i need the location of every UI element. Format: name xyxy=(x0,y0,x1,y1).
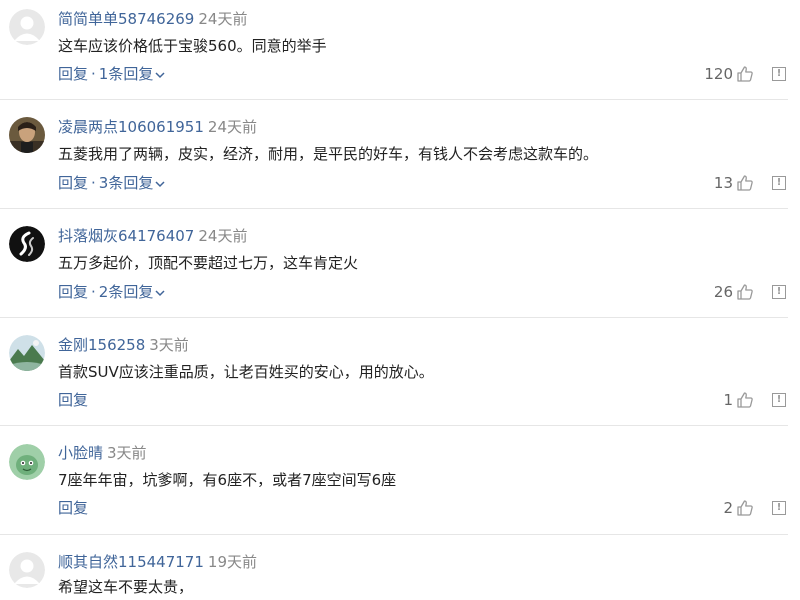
report-icon[interactable]: ! xyxy=(772,393,786,407)
comment-meta: 凌晨两点106061951 24天前 xyxy=(58,117,257,137)
comment-item: 金刚156258 3天前 首款SUV应该注重品质，让老百姓买的安心，用的放心。 回… xyxy=(0,318,800,426)
thumbs-up-icon[interactable] xyxy=(736,65,754,83)
landscape-avatar[interactable] xyxy=(9,335,45,371)
comment-meta: 简简单单58746269 24天前 xyxy=(58,9,247,29)
username[interactable]: 金刚156258 xyxy=(58,336,145,354)
comment-text: 这车应该价格低于宝骏560。同意的举手 xyxy=(58,37,327,55)
comment-meta: 抖落烟灰64176407 24天前 xyxy=(58,226,247,246)
comment-meta: 金刚156258 3天前 xyxy=(58,335,189,355)
reply-button[interactable]: 回复 xyxy=(58,174,88,192)
comment-actions: 回复 xyxy=(58,390,88,410)
comment-list: 简简单单58746269 24天前 这车应该价格低于宝骏560。同意的举手 回复 ·… xyxy=(0,0,800,600)
timestamp: 19天前 xyxy=(207,553,257,571)
comment-actions: 回复 · 1条回复 xyxy=(58,64,165,84)
comment-text: 7座年年宙，坑爹啊，有6座不，或者7座空间写6座 xyxy=(58,471,397,489)
comment-side-actions: 13 ! xyxy=(714,173,786,193)
separator: · xyxy=(91,65,96,83)
comment-item: 简简单单58746269 24天前 这车应该价格低于宝骏560。同意的举手 回复 ·… xyxy=(0,0,800,100)
thumbs-up-icon[interactable] xyxy=(736,174,754,192)
chevron-down-icon xyxy=(155,71,165,78)
view-replies-label: 2条回复 xyxy=(98,283,154,301)
view-replies-label: 3条回复 xyxy=(98,174,154,192)
comment-item: 顺其自然115447171 19天前 希望这车不要太贵， xyxy=(0,535,800,600)
timestamp: 24天前 xyxy=(198,10,248,28)
username[interactable]: 凌晨两点106061951 xyxy=(58,118,204,136)
default-avatar[interactable] xyxy=(9,552,45,588)
separator: · xyxy=(91,174,96,192)
thumbs-up-icon[interactable] xyxy=(736,499,754,517)
report-icon[interactable]: ! xyxy=(772,285,786,299)
like-count: 1 xyxy=(723,391,733,409)
comment-text: 希望这车不要太贵， xyxy=(58,578,194,596)
comment-meta: 顺其自然115447171 19天前 xyxy=(58,552,257,572)
comment-actions: 回复 · 2条回复 xyxy=(58,282,165,302)
username[interactable]: 顺其自然115447171 xyxy=(58,553,204,571)
comment-item: 凌晨两点106061951 24天前 五菱我用了两辆，皮实，经济，耐用，是平民的好… xyxy=(0,100,800,209)
comment-item: 抖落烟灰64176407 24天前 五万多起价，顶配不要超过七万，这车肯定火 回复… xyxy=(0,209,800,318)
view-replies-button[interactable]: 2条回复 xyxy=(99,283,166,301)
thumbs-up-icon[interactable] xyxy=(736,283,754,301)
comment-side-actions: 120 ! xyxy=(704,64,786,84)
thumbs-up-icon[interactable] xyxy=(736,391,754,409)
username[interactable]: 简简单单58746269 xyxy=(58,10,194,28)
comment-text: 五万多起价，顶配不要超过七万，这车肯定火 xyxy=(58,254,359,272)
timestamp: 3天前 xyxy=(149,336,189,354)
username[interactable]: 小脸晴 xyxy=(58,444,103,462)
comment-actions: 回复 · 3条回复 xyxy=(58,173,165,193)
report-icon[interactable]: ! xyxy=(772,176,786,190)
report-icon[interactable]: ! xyxy=(772,67,786,81)
like-count: 2 xyxy=(723,499,733,517)
view-replies-button[interactable]: 1条回复 xyxy=(99,65,166,83)
reply-button[interactable]: 回复 xyxy=(58,283,88,301)
like-count: 120 xyxy=(704,65,733,83)
view-replies-button[interactable]: 3条回复 xyxy=(99,174,166,192)
comment-side-actions: 2 ! xyxy=(723,498,786,518)
comment-item: 小脸晴 3天前 7座年年宙，坑爹啊，有6座不，或者7座空间写6座 回复 2 ! xyxy=(0,426,800,535)
default-avatar[interactable] xyxy=(9,9,45,45)
comment-actions: 回复 xyxy=(58,498,88,518)
photo-avatar[interactable] xyxy=(9,117,45,153)
chevron-down-icon xyxy=(155,180,165,187)
timestamp: 24天前 xyxy=(207,118,257,136)
swirl-avatar[interactable] xyxy=(9,226,45,262)
reply-button[interactable]: 回复 xyxy=(58,391,88,409)
separator: · xyxy=(91,283,96,301)
username[interactable]: 抖落烟灰64176407 xyxy=(58,227,194,245)
like-count: 26 xyxy=(713,283,733,301)
timestamp: 24天前 xyxy=(198,227,248,245)
chevron-down-icon xyxy=(155,289,165,296)
timestamp: 3天前 xyxy=(107,444,147,462)
reply-button[interactable]: 回复 xyxy=(58,65,88,83)
comment-text: 五菱我用了两辆，皮实，经济，耐用，是平民的好车，有钱人不会考虑这款车的。 xyxy=(58,145,599,163)
reply-button[interactable]: 回复 xyxy=(58,499,88,517)
comment-side-actions: 1 ! xyxy=(723,390,786,410)
view-replies-label: 1条回复 xyxy=(98,65,154,83)
comment-side-actions: 26 ! xyxy=(714,282,786,302)
like-count: 13 xyxy=(713,174,733,192)
report-icon[interactable]: ! xyxy=(772,501,786,515)
cartoon-avatar[interactable] xyxy=(9,444,45,480)
comment-meta: 小脸晴 3天前 xyxy=(58,443,147,463)
comment-text: 首款SUV应该注重品质，让老百姓买的安心，用的放心。 xyxy=(58,363,434,381)
